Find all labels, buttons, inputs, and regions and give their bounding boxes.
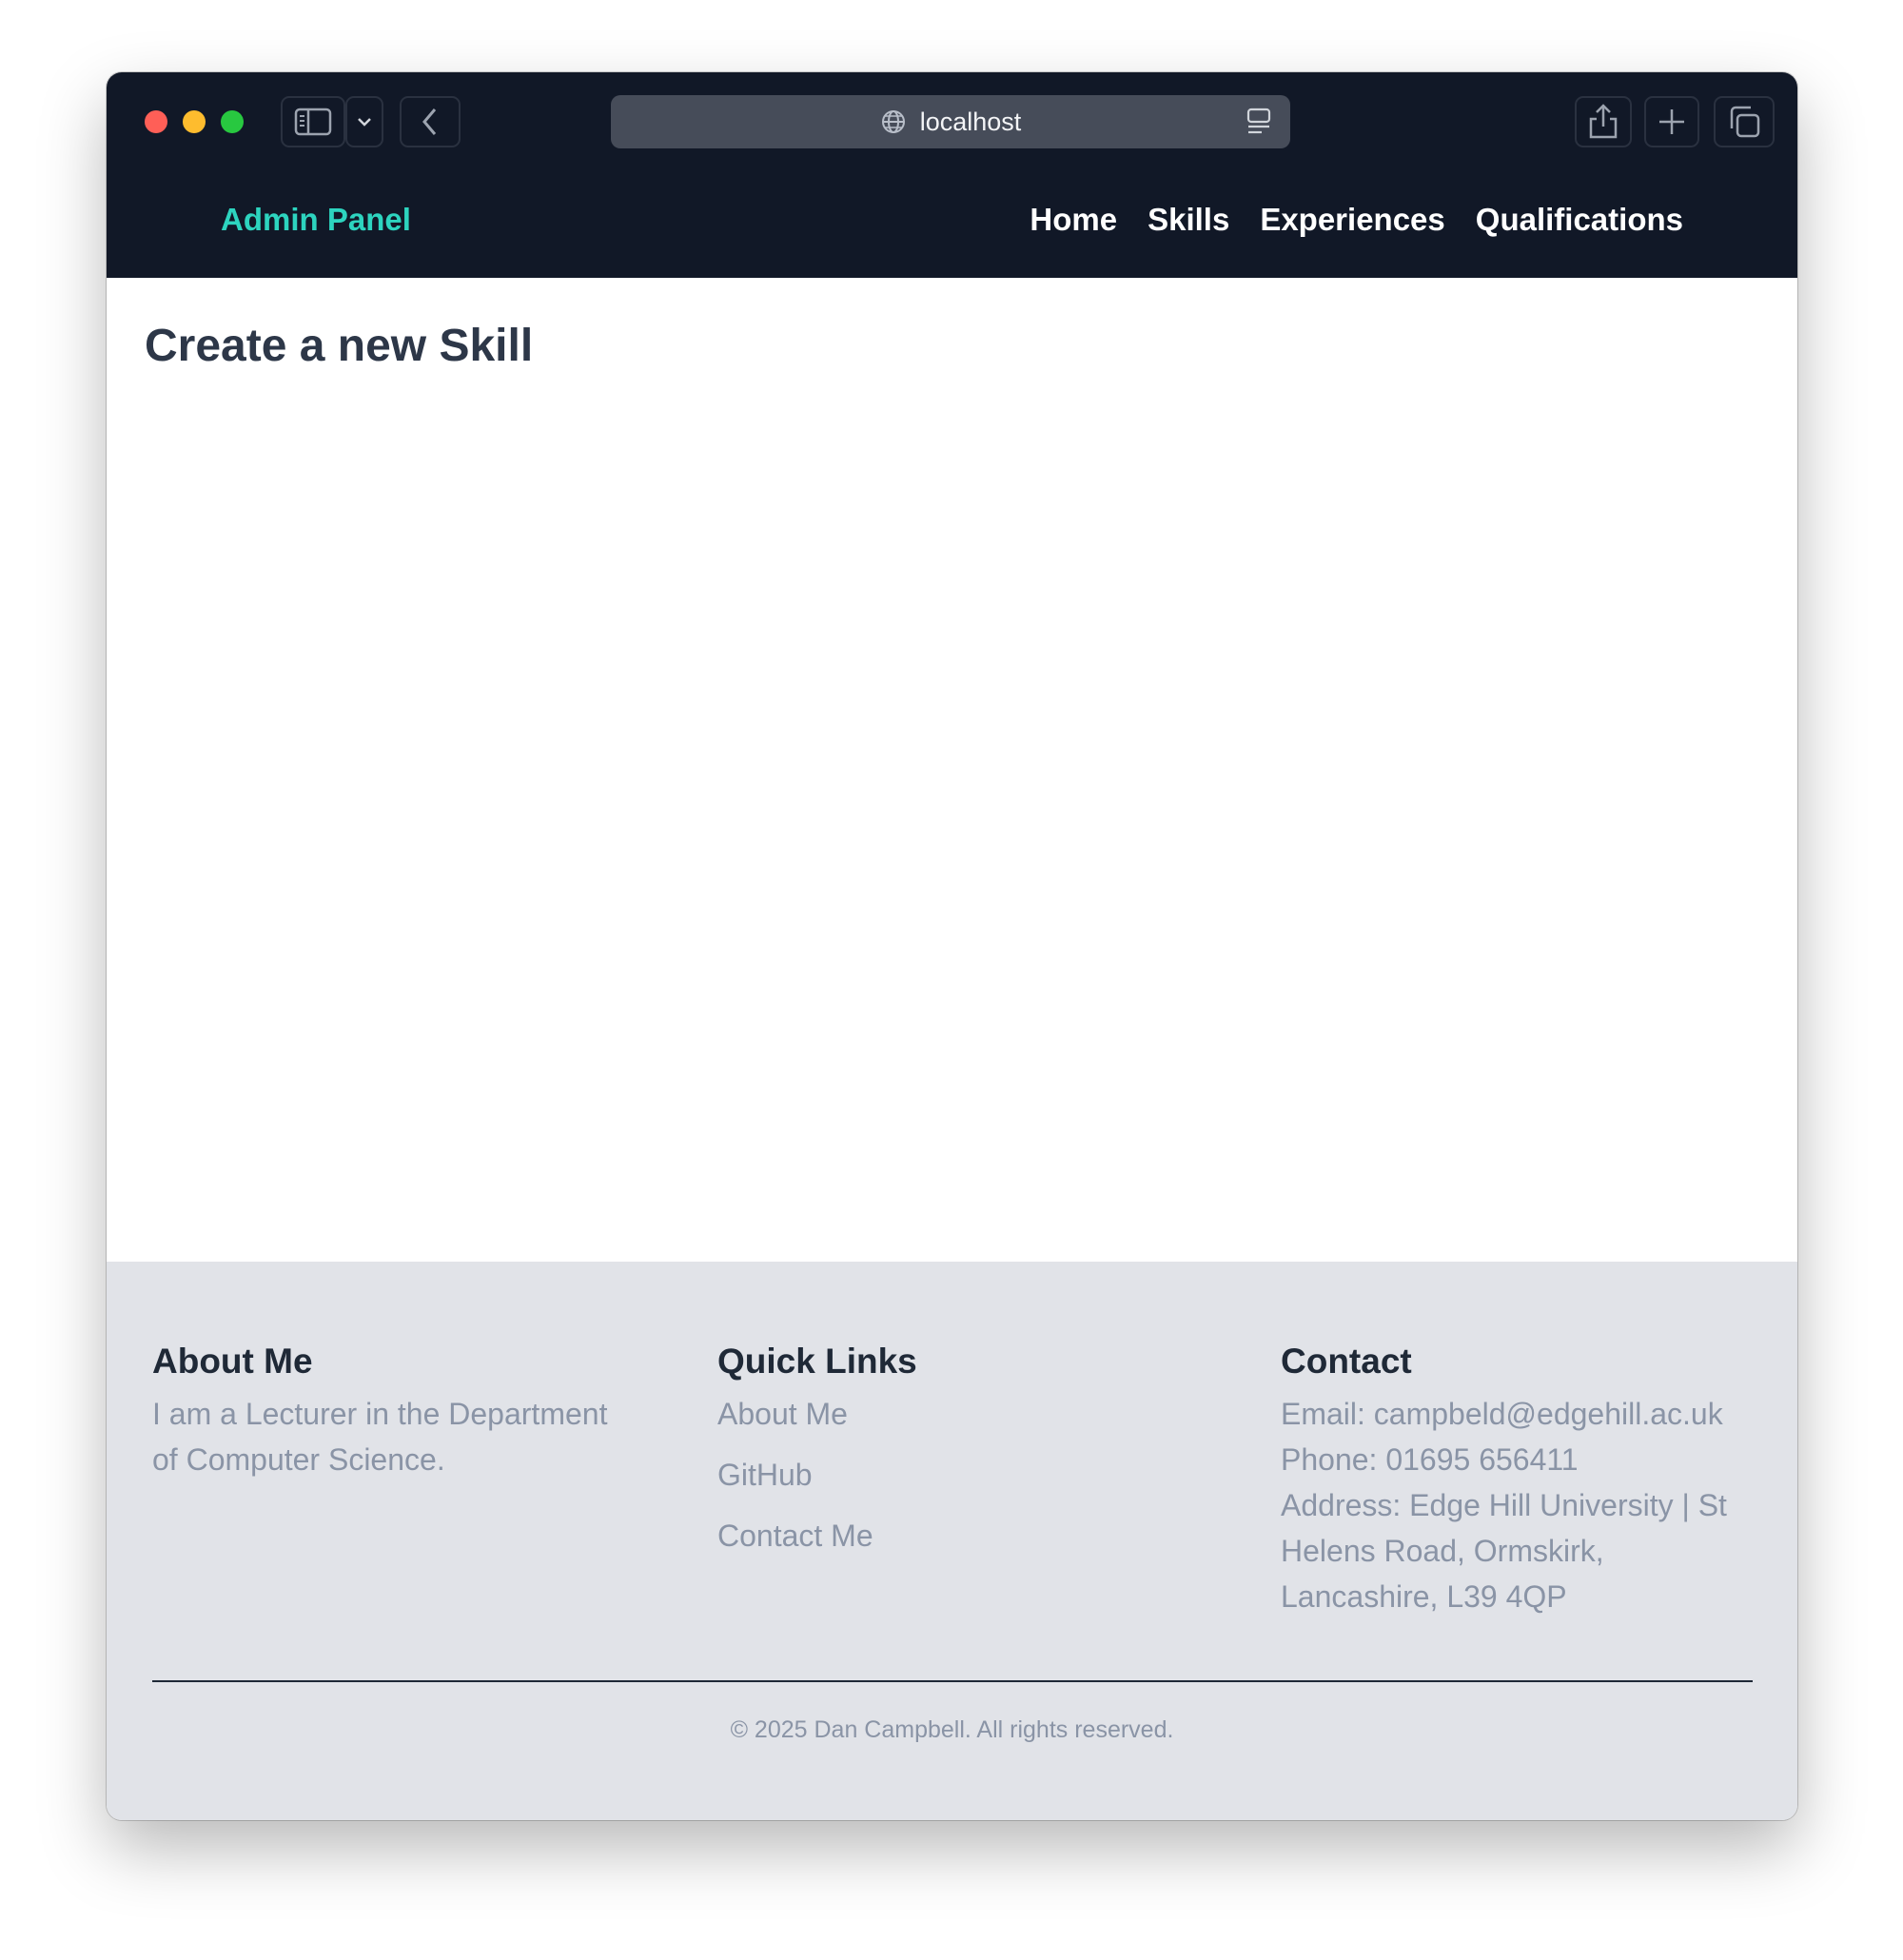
footer-quick-links-section: Quick Links About Me GitHub Contact Me (717, 1342, 1193, 1574)
share-icon (1589, 104, 1618, 139)
site-footer: About Me I am a Lecturer in the Departme… (107, 1262, 1797, 1820)
address-bar[interactable]: localhost (611, 95, 1290, 148)
footer-about-section: About Me I am a Lecturer in the Departme… (152, 1342, 628, 1482)
site-navbar: Admin Panel Home Skills Experiences Qual… (107, 167, 1797, 278)
back-button[interactable] (400, 96, 461, 147)
footer-contact-heading: Contact (1281, 1342, 1412, 1381)
new-tab-button[interactable] (1644, 96, 1699, 147)
footer-link-about-me[interactable]: About Me (717, 1391, 1193, 1437)
reader-icon[interactable] (1246, 108, 1271, 136)
footer-quick-links-heading: Quick Links (717, 1342, 917, 1381)
brand-link[interactable]: Admin Panel (221, 202, 411, 238)
nav-links: Home Skills Experiences Qualifications (1030, 202, 1683, 238)
close-window-button[interactable] (145, 110, 167, 133)
back-arrow-icon (422, 108, 437, 135)
footer-contact-email: Email: campbeld@edgehill.ac.uk (1281, 1397, 1723, 1431)
sidebar-menu-button[interactable] (345, 96, 383, 147)
chevron-down-icon (358, 118, 371, 127)
footer-contact-phone: Phone: 01695 656411 (1281, 1442, 1579, 1477)
tab-overview-button[interactable] (1714, 96, 1775, 147)
footer-divider (152, 1680, 1753, 1682)
browser-toolbar: localhost (107, 72, 1797, 167)
nav-link-experiences[interactable]: Experiences (1260, 202, 1444, 238)
page-title: Create a new Skill (145, 321, 534, 371)
sidebar-icon (294, 108, 332, 136)
footer-contact-address: Address: Edge Hill University | St Helen… (1281, 1488, 1727, 1614)
footer-link-contact-me[interactable]: Contact Me (717, 1513, 1193, 1558)
share-button[interactable] (1575, 96, 1632, 147)
main-content: Create a new Skill (107, 278, 1797, 1262)
copyright-text: © 2025 Dan Campbell. All rights reserved… (730, 1716, 1174, 1743)
nav-link-home[interactable]: Home (1030, 202, 1117, 238)
nav-link-qualifications[interactable]: Qualifications (1476, 202, 1683, 238)
zoom-window-button[interactable] (221, 110, 244, 133)
tabs-overview-icon (1730, 106, 1760, 138)
minimize-window-button[interactable] (183, 110, 206, 133)
plus-icon (1659, 109, 1684, 134)
footer-contact-section: Contact Email: campbeld@edgehill.ac.uk P… (1281, 1342, 1756, 1619)
sidebar-toggle-button[interactable] (281, 96, 345, 147)
browser-window: localhost Admin Panel Home Skills Experi… (107, 72, 1797, 1820)
nav-link-skills[interactable]: Skills (1148, 202, 1229, 238)
footer-about-heading: About Me (152, 1342, 313, 1381)
globe-icon (881, 110, 905, 133)
url-text: localhost (919, 107, 1022, 136)
footer-about-text: I am a Lecturer in the Department of Com… (152, 1397, 608, 1477)
footer-link-github[interactable]: GitHub (717, 1452, 1193, 1498)
